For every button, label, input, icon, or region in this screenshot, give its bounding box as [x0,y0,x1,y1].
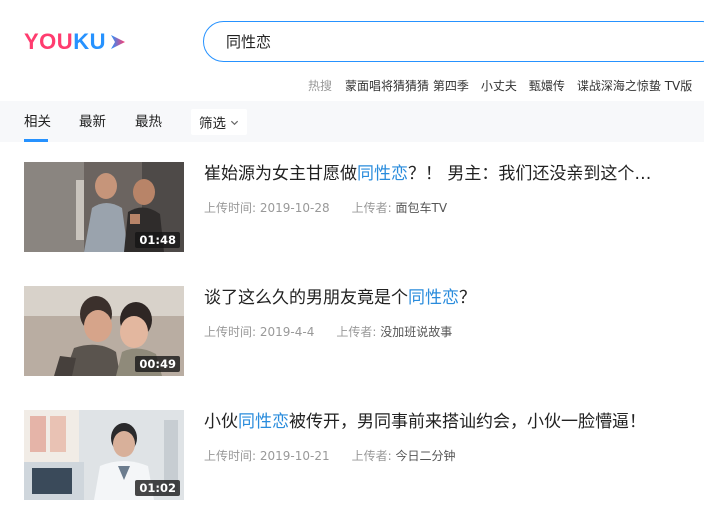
filter-label: 筛选 [199,116,226,132]
video-meta: 上传时间: 2019-10-28 上传者: 面包车TV [204,201,448,215]
sort-tab-bar: 相关 最新 最热 筛选 [0,101,704,142]
uploader-link[interactable]: 没加班说故事 [380,325,452,339]
video-thumbnail[interactable]: 01:48 [24,162,184,252]
search-query-text: 同性恋 [226,33,272,51]
search-highlight: 同性恋 [238,412,289,432]
video-duration: 01:02 [135,480,180,496]
filter-button[interactable]: 筛选 [191,109,247,135]
hot-search-label: 热搜 [308,78,333,93]
video-result: 01:02 小伙同性恋被传开，男同事前来搭讪约会，小伙一脸懵逼！ 上传时间: 2… [0,410,704,502]
video-title[interactable]: 谈了这么久的男朋友竟是个同性恋？ [204,287,694,309]
hot-search-item[interactable]: 蒙面唱将猜猜猜 第四季 [345,77,469,94]
video-result: 01:48 崔始源为女主甘愿做同性恋？！ 男主：我们还没亲到这个… 上传时间: … [0,162,704,254]
upload-time: 2019-10-21 [259,449,330,463]
video-duration: 01:48 [135,232,180,248]
tab-latest[interactable]: 最新 [79,113,106,131]
uploader-link[interactable]: 面包车TV [396,201,448,215]
logo-text-ku: KU [73,29,106,54]
search-highlight: 同性恋 [357,164,408,184]
uploader-link[interactable]: 今日二分钟 [396,449,456,463]
hot-search-item[interactable]: 谍战深海之惊蛰 TV版 [577,77,692,94]
tab-hottest[interactable]: 最热 [135,113,162,131]
hot-search-item[interactable]: 甄嬛传 [529,77,565,94]
hot-search-row: 热搜 蒙面唱将猜猜猜 第四季 小丈夫 甄嬛传 谍战深海之惊蛰 TV版 [308,76,704,94]
play-arrow-icon [110,35,125,49]
video-meta: 上传时间: 2019-10-21 上传者: 今日二分钟 [204,449,456,463]
video-thumbnail[interactable]: 00:49 [24,286,184,376]
video-thumbnail[interactable]: 01:02 [24,410,184,500]
video-title[interactable]: 小伙同性恋被传开，男同事前来搭讪约会，小伙一脸懵逼！ [204,411,694,433]
chevron-down-icon [230,120,239,125]
upload-time: 2019-4-4 [259,325,315,339]
youku-logo[interactable]: YOUKU [24,30,128,54]
active-tab-indicator [24,139,48,142]
search-highlight: 同性恋 [408,288,459,308]
video-duration: 00:49 [135,356,180,372]
video-title[interactable]: 崔始源为女主甘愿做同性恋？！ 男主：我们还没亲到这个… [204,163,694,185]
video-meta: 上传时间: 2019-4-4 上传者: 没加班说故事 [204,325,453,339]
hot-search-item[interactable]: 小丈夫 [481,77,517,94]
tab-relevant[interactable]: 相关 [24,113,51,131]
upload-time: 2019-10-28 [259,201,330,215]
logo-text-you: YOU [24,29,74,54]
search-input[interactable]: 同性恋 [203,21,704,62]
video-result: 00:49 谈了这么久的男朋友竟是个同性恋？ 上传时间: 2019-4-4 上传者… [0,286,704,378]
